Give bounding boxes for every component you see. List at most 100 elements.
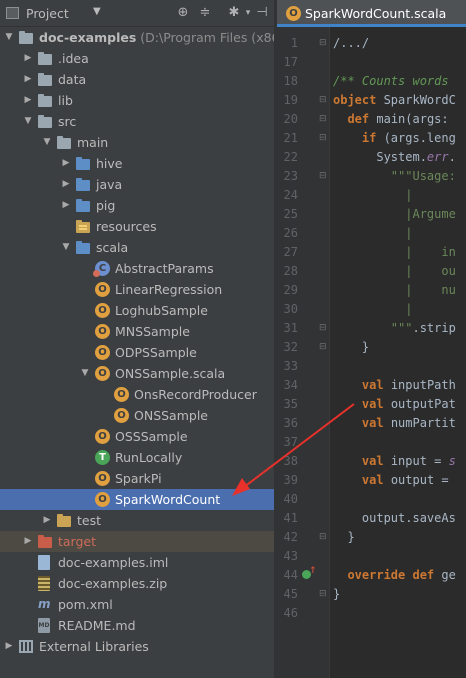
editor-tab-sparkwordcount[interactable]: O SparkWordCount.scala: [277, 0, 466, 27]
tree-item-pom-xml[interactable]: m pom.xml: [0, 594, 274, 615]
fold-marker-icon[interactable]: ⊟: [319, 38, 327, 48]
code-token: output.saveAs: [333, 511, 456, 525]
tree-item-label: SparkWordCount: [115, 492, 220, 507]
collapse-all-icon[interactable]: ≑: [197, 5, 213, 21]
tree-item-odpssample[interactable]: O ODPSSample: [0, 342, 274, 363]
line-number: 39: [283, 473, 298, 487]
tree-item-runlocally[interactable]: T RunLocally: [0, 447, 274, 468]
code-area[interactable]: /.../ /** Counts words object SparkWordC d…: [329, 27, 466, 678]
expand-arrow-down-icon[interactable]: ▼: [60, 237, 72, 258]
code-line: }: [333, 585, 340, 604]
code-token: |: [333, 188, 413, 202]
expand-arrow-right-icon[interactable]: ▶: [41, 510, 53, 531]
override-method-icon[interactable]: ↑: [302, 566, 317, 582]
tree-item-doc-examples-zip[interactable]: doc-examples.zip: [0, 573, 274, 594]
expand-arrow-right-icon[interactable]: ▶: [22, 69, 34, 90]
tree-item-idea[interactable]: ▶ .idea: [0, 48, 274, 69]
tree-item-linearregression[interactable]: O LinearRegression: [0, 279, 274, 300]
tree-item-osssample[interactable]: O OSSSample: [0, 426, 274, 447]
fold-marker-icon[interactable]: ⊟: [319, 532, 327, 542]
tree-item-sparkwordcount[interactable]: O SparkWordCount: [0, 489, 274, 510]
tree-item-label: pig: [96, 198, 115, 213]
expand-arrow-down-icon[interactable]: ▼: [41, 132, 53, 153]
tree-item-hive[interactable]: ▶ hive: [0, 153, 274, 174]
code-token: """: [333, 321, 413, 335]
tree-item-main[interactable]: ▼ main: [0, 132, 274, 153]
fold-marker-icon[interactable]: ⊟: [319, 323, 327, 333]
tree-item-lib[interactable]: ▶ lib: [0, 90, 274, 111]
expand-arrow-down-icon[interactable]: ▼: [79, 363, 91, 384]
code-token: | ou: [333, 264, 456, 278]
fold-marker-icon[interactable]: ⊟: [319, 133, 327, 143]
expand-arrow-right-icon[interactable]: ▶: [22, 90, 34, 111]
scala-object-icon: O: [95, 429, 110, 444]
line-number-gutter[interactable]: 1 17 18 19 20 21 22 23 24 25 26 27 28 29 30 31 32 33 34 35 3…: [277, 27, 329, 678]
line-number: 25: [283, 207, 298, 221]
tree-item-mnssample[interactable]: O MNSSample: [0, 321, 274, 342]
tree-item-label: src: [58, 114, 76, 129]
chevron-down-icon[interactable]: ▼: [93, 6, 101, 17]
tree-item-name: target: [58, 534, 97, 549]
tree-item-pig[interactable]: ▶ pig: [0, 195, 274, 216]
tree-item-test[interactable]: ▶ test: [0, 510, 274, 531]
scala-object-icon: O: [95, 282, 110, 297]
expand-arrow-right-icon[interactable]: ▶: [22, 531, 34, 552]
tree-item-onsrecordproducer[interactable]: O OnsRecordProducer: [0, 384, 274, 405]
tree-item-src[interactable]: ▼ src: [0, 111, 274, 132]
tree-item-name: .idea: [58, 51, 89, 66]
tree-item-doc-examples[interactable]: ▼ doc-examples (D:\Program Files (x86)\At: [0, 27, 274, 48]
line-number: 34: [283, 378, 298, 392]
code-line: | nu: [333, 281, 456, 300]
code-line: val output =: [333, 471, 456, 490]
fold-marker-icon[interactable]: ⊟: [319, 589, 327, 599]
tree-item-doc-examples-iml[interactable]: doc-examples.iml: [0, 552, 274, 573]
project-view-selector[interactable]: Project: [26, 6, 69, 21]
code-token: .strip: [412, 321, 456, 335]
code-token: }: [333, 587, 341, 601]
fold-marker-icon[interactable]: ⊟: [319, 171, 327, 181]
fold-marker-icon[interactable]: ⊟: [319, 342, 327, 352]
tree-item-scala[interactable]: ▼ scala: [0, 237, 274, 258]
tree-item-label: lib: [58, 93, 73, 108]
tree-item-sparkpi[interactable]: O SparkPi: [0, 468, 274, 489]
expand-arrow-down-icon[interactable]: ▼: [22, 111, 34, 132]
fold-marker-icon[interactable]: ⊟: [319, 95, 327, 105]
tree-item-external-libraries[interactable]: ▶ External Libraries: [0, 636, 274, 657]
hide-panel-icon[interactable]: ⊣: [254, 5, 270, 21]
expand-arrow-right-icon[interactable]: ▶: [3, 636, 15, 657]
tree-item-readme-md[interactable]: README.md: [0, 615, 274, 636]
code-line: }: [333, 338, 369, 357]
code-token: (args.leng: [376, 131, 456, 145]
tree-item-label: hive: [96, 156, 122, 171]
module-path: (D:\Program Files (x86)\At: [140, 30, 274, 45]
expand-arrow-right-icon[interactable]: ▶: [22, 48, 34, 69]
line-number: 19: [283, 93, 298, 107]
scala-object-icon: O: [114, 387, 129, 402]
tree-item-label: doc-examples.zip: [58, 576, 167, 591]
tree-item-data[interactable]: ▶ data: [0, 69, 274, 90]
code-line: val inputPath: [333, 376, 456, 395]
line-number: 26: [283, 226, 298, 240]
project-panel: Project ▼ ⊕ ≑ ✱ ▾ ⊣ ▼ doc-examples (D:\Pr…: [0, 0, 274, 678]
code-token: numPartit: [383, 416, 456, 430]
tree-item-abstractparams[interactable]: C AbstractParams: [0, 258, 274, 279]
fold-marker-icon[interactable]: ⊟: [319, 114, 327, 124]
expand-arrow-right-icon[interactable]: ▶: [60, 174, 72, 195]
expand-arrow-right-icon[interactable]: ▶: [60, 153, 72, 174]
code-line: override def ge: [333, 566, 455, 585]
excluded-folder-icon: [38, 535, 52, 548]
tree-item-java[interactable]: ▶ java: [0, 174, 274, 195]
expand-arrow-down-icon[interactable]: ▼: [3, 27, 15, 48]
tree-item-onssample[interactable]: O ONSSample: [0, 405, 274, 426]
expand-arrow-right-icon[interactable]: ▶: [60, 195, 72, 216]
tree-item-target[interactable]: ▶ target: [0, 531, 274, 552]
tree-item-onssample-scala[interactable]: ▼ O ONSSample.scala: [0, 363, 274, 384]
tree-item-resources[interactable]: resources: [0, 216, 274, 237]
tree-item-loghubsample[interactable]: O LoghubSample: [0, 300, 274, 321]
tree-item-name: LoghubSample: [115, 303, 208, 318]
line-number: 35: [283, 397, 298, 411]
locate-file-icon[interactable]: ⊕: [175, 5, 191, 21]
